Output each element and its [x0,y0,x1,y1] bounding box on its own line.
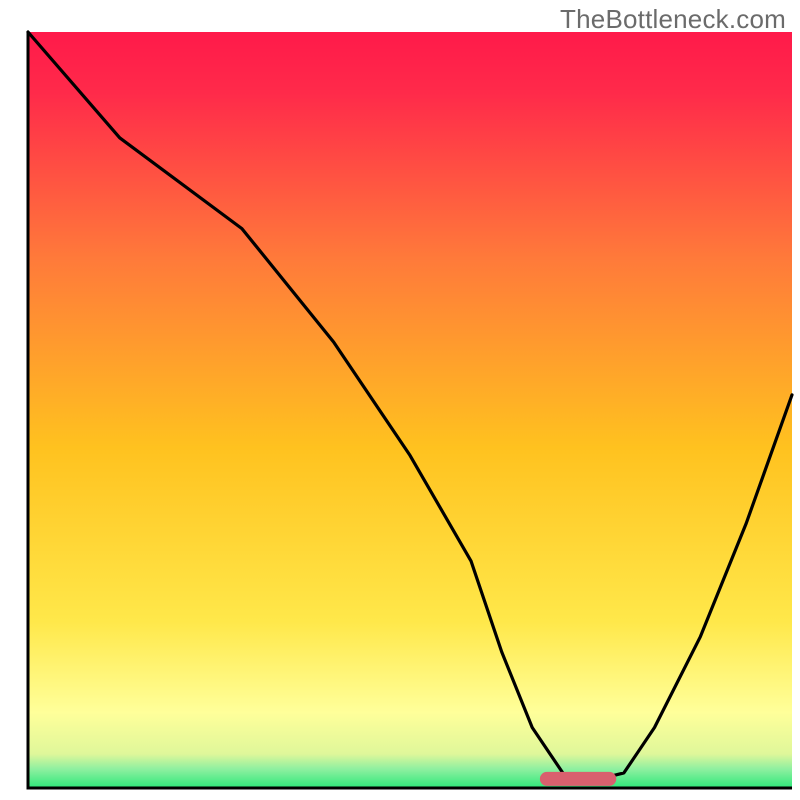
chart-container: TheBottleneck.com [0,0,800,800]
bottleneck-chart [0,0,800,800]
optimal-band-marker [540,772,616,786]
plot-background [28,32,792,788]
